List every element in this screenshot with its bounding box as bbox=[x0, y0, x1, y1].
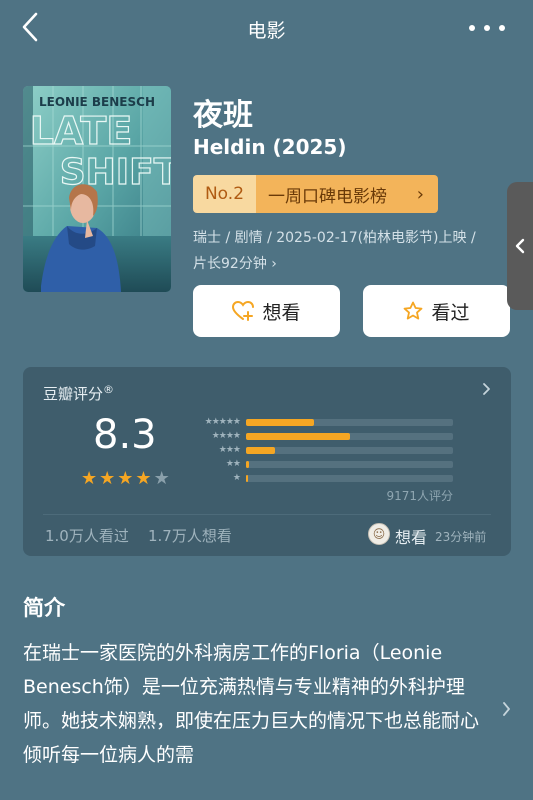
poster-title-line1: LATE bbox=[30, 109, 133, 153]
chevron-left-icon bbox=[515, 238, 525, 254]
rank-badge[interactable]: No.2 一周口碑电影榜 › bbox=[193, 175, 438, 213]
synopsis-text[interactable]: 在瑞士一家医院的外科病房工作的Floria（Leonie Benesch饰）是一… bbox=[23, 636, 483, 772]
rating-stars: ★ ★ ★ ★ ★ bbox=[81, 470, 170, 488]
watched-button[interactable]: 看过 bbox=[363, 285, 510, 337]
rank-list-label: 一周口碑电影榜 bbox=[268, 186, 387, 207]
activity-time: 23分钟前 bbox=[435, 530, 487, 544]
rank-list: 一周口碑电影榜 › bbox=[256, 175, 438, 213]
rating-row-1-star: ★ bbox=[186, 473, 453, 483]
rating-bar-fill bbox=[246, 432, 350, 440]
poster-credit: LEONIE BENESCH bbox=[39, 95, 155, 109]
rating-bar bbox=[246, 446, 453, 454]
rank-number: No.2 bbox=[193, 175, 256, 213]
rating-bar bbox=[246, 418, 453, 426]
star-filled-icon: ★ bbox=[135, 468, 152, 489]
rating-bar-fill bbox=[246, 446, 275, 454]
synopsis-title: 简介 bbox=[23, 596, 65, 620]
rating-row-4-star: ★★★★ bbox=[186, 431, 453, 441]
row-stars-icon: ★★★ bbox=[218, 445, 241, 455]
rating-score: 8.3 bbox=[93, 412, 157, 458]
activity-label: 想看 bbox=[395, 528, 428, 547]
heart-plus-icon bbox=[232, 301, 255, 321]
rating-source: 豆瓣评分® bbox=[43, 383, 114, 404]
rating-bar-fill bbox=[246, 460, 250, 468]
watched-count: 1.0万人看过 bbox=[45, 527, 129, 545]
star-filled-icon: ★ bbox=[99, 468, 116, 489]
movie-duration-link[interactable]: 片长92分钟 › bbox=[193, 253, 277, 273]
top-bar: 电影 bbox=[0, 0, 533, 56]
want-to-watch-button[interactable]: 想看 bbox=[193, 285, 340, 337]
rating-bar-fill bbox=[246, 474, 249, 482]
chevron-right-icon[interactable] bbox=[502, 701, 511, 721]
row-stars-icon: ★★★★★ bbox=[204, 417, 241, 427]
rating-count: 9171人评分 bbox=[386, 489, 453, 503]
want-count: 1.7万人想看 bbox=[148, 527, 232, 545]
rating-bar bbox=[246, 474, 453, 482]
rating-row-2-star: ★★ bbox=[186, 459, 453, 469]
divider bbox=[43, 514, 491, 515]
poster-image: LEONIE BENESCH LATE SHIFT bbox=[23, 86, 171, 292]
row-stars-icon: ★★★★ bbox=[211, 431, 241, 441]
rating-card[interactable]: 豆瓣评分® 8.3 ★ ★ ★ ★ ★ ★★★★★ ★★★★ ★★★ ★★ ★ 9171人评分 … bbox=[23, 367, 511, 556]
registered-mark: ® bbox=[103, 383, 115, 396]
movie-poster[interactable]: LEONIE BENESCH LATE SHIFT bbox=[23, 86, 171, 292]
more-button[interactable] bbox=[469, 18, 505, 38]
rating-bar bbox=[246, 432, 453, 440]
more-dots-icon bbox=[469, 25, 475, 31]
chevron-right-icon: › bbox=[416, 183, 424, 205]
rating-bar bbox=[246, 460, 453, 468]
rating-bar-fill bbox=[246, 418, 315, 426]
chevron-right-icon[interactable] bbox=[482, 381, 491, 400]
star-empty-icon: ★ bbox=[153, 468, 170, 489]
rating-source-label: 豆瓣评分 bbox=[43, 385, 104, 403]
chevron-right-icon: › bbox=[271, 256, 277, 272]
row-stars-icon: ★ bbox=[232, 473, 241, 483]
movie-title: 夜班 bbox=[193, 98, 253, 133]
star-filled-icon: ★ bbox=[81, 468, 98, 489]
side-panel-handle[interactable] bbox=[507, 182, 533, 310]
movie-duration: 片长92分钟 bbox=[193, 256, 267, 272]
star-filled-icon: ★ bbox=[117, 468, 134, 489]
rating-row-3-star: ★★★ bbox=[186, 445, 453, 455]
want-to-watch-label: 想看 bbox=[262, 301, 301, 324]
avatar: ☺ bbox=[368, 523, 390, 545]
rating-row-5-star: ★★★★★ bbox=[186, 417, 453, 427]
row-stars-icon: ★★ bbox=[225, 459, 241, 469]
page-title: 电影 bbox=[247, 20, 286, 42]
movie-meta-line: 瑞士 / 剧情 / 2025-02-17(柏林电影节)上映 / bbox=[193, 230, 476, 246]
movie-original-title: Heldin (2025) bbox=[193, 135, 347, 159]
watched-label: 看过 bbox=[431, 301, 470, 324]
star-outline-icon bbox=[403, 301, 423, 321]
